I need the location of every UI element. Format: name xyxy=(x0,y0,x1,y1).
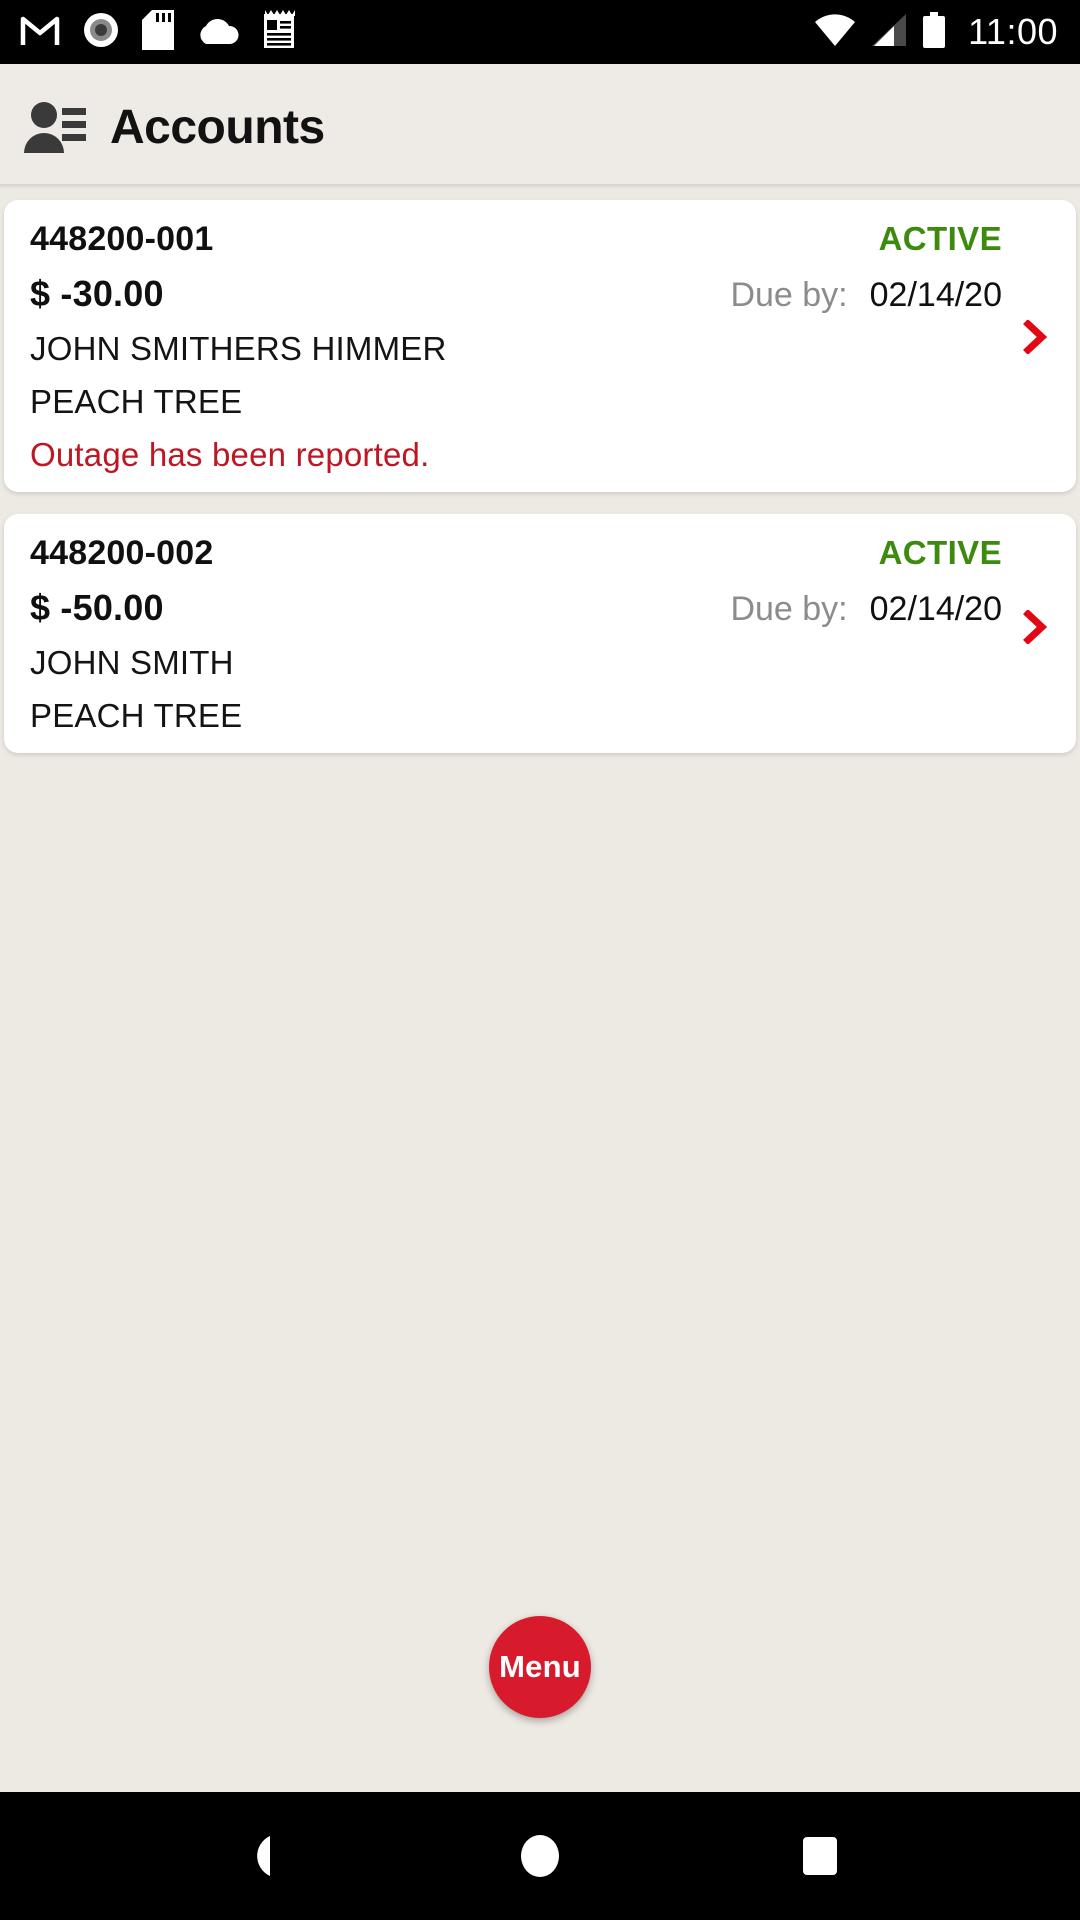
accounts-list: 448200-001 ACTIVE $ -30.00 Due by: 02/14… xyxy=(0,190,1080,1792)
chevron-right-icon[interactable] xyxy=(1018,610,1052,644)
sd-card-icon xyxy=(142,9,174,55)
status-bar-clock: 11:00 xyxy=(968,11,1058,52)
account-card-header: 448200-001 ACTIVE xyxy=(30,220,1050,259)
account-number: 448200-002 xyxy=(30,534,214,572)
gmail-icon xyxy=(20,13,60,52)
account-balance: $ -30.00 xyxy=(30,273,164,314)
account-location: PEACH TREE xyxy=(30,697,243,734)
due-by-label: Due by: xyxy=(730,276,848,314)
account-customer-name: JOHN SMITHERS HIMMER xyxy=(30,330,447,367)
due-date-value: 02/14/20 xyxy=(869,590,1002,628)
menu-fab-button[interactable]: Menu xyxy=(489,1616,591,1718)
recents-square-icon[interactable] xyxy=(772,1808,868,1904)
android-navigation-bar xyxy=(0,1792,1080,1920)
back-triangle-icon[interactable] xyxy=(212,1808,308,1904)
status-bar-notification-icons xyxy=(20,9,296,55)
cloud-icon xyxy=(196,14,240,51)
cellular-signal-icon xyxy=(870,13,908,52)
status-badge: ACTIVE xyxy=(878,220,1002,257)
phone-screen: 11:00 Accounts 448200-001 ACTIVE $ -30.0… xyxy=(0,0,1080,1920)
due-by-label: Due by: xyxy=(730,590,848,628)
due-date-value: 02/14/20 xyxy=(869,276,1002,314)
account-card-header: 448200-002 ACTIVE xyxy=(30,534,1050,573)
account-due: Due by: 02/14/20 xyxy=(730,276,1050,315)
screen-record-icon xyxy=(82,11,120,54)
status-bar-system-icons: 11:00 xyxy=(814,11,1058,53)
page-title: Accounts xyxy=(110,100,325,154)
account-card-amount-row: $ -50.00 Due by: 02/14/20 xyxy=(30,587,1050,629)
account-card[interactable]: 448200-002 ACTIVE $ -50.00 Due by: 02/14… xyxy=(4,514,1076,753)
account-balance: $ -50.00 xyxy=(30,587,164,628)
battery-icon xyxy=(922,11,946,53)
account-alert-message: Outage has been reported. xyxy=(30,436,430,473)
home-circle-icon[interactable] xyxy=(492,1808,588,1904)
wifi-icon xyxy=(814,13,856,52)
account-number: 448200-001 xyxy=(30,220,214,258)
contact-page-icon xyxy=(22,99,88,160)
status-bar: 11:00 xyxy=(0,0,1080,64)
chevron-right-icon[interactable] xyxy=(1018,320,1052,354)
menu-fab-label: Menu xyxy=(499,1649,581,1684)
status-badge: ACTIVE xyxy=(878,534,1002,571)
app-bar: Accounts xyxy=(0,64,1080,190)
account-due: Due by: 02/14/20 xyxy=(730,590,1050,629)
account-card-amount-row: $ -30.00 Due by: 02/14/20 xyxy=(30,273,1050,315)
account-card[interactable]: 448200-001 ACTIVE $ -30.00 Due by: 02/14… xyxy=(4,200,1076,492)
notepad-icon xyxy=(262,9,296,55)
account-location: PEACH TREE xyxy=(30,383,243,420)
account-customer-name: JOHN SMITH xyxy=(30,644,234,681)
